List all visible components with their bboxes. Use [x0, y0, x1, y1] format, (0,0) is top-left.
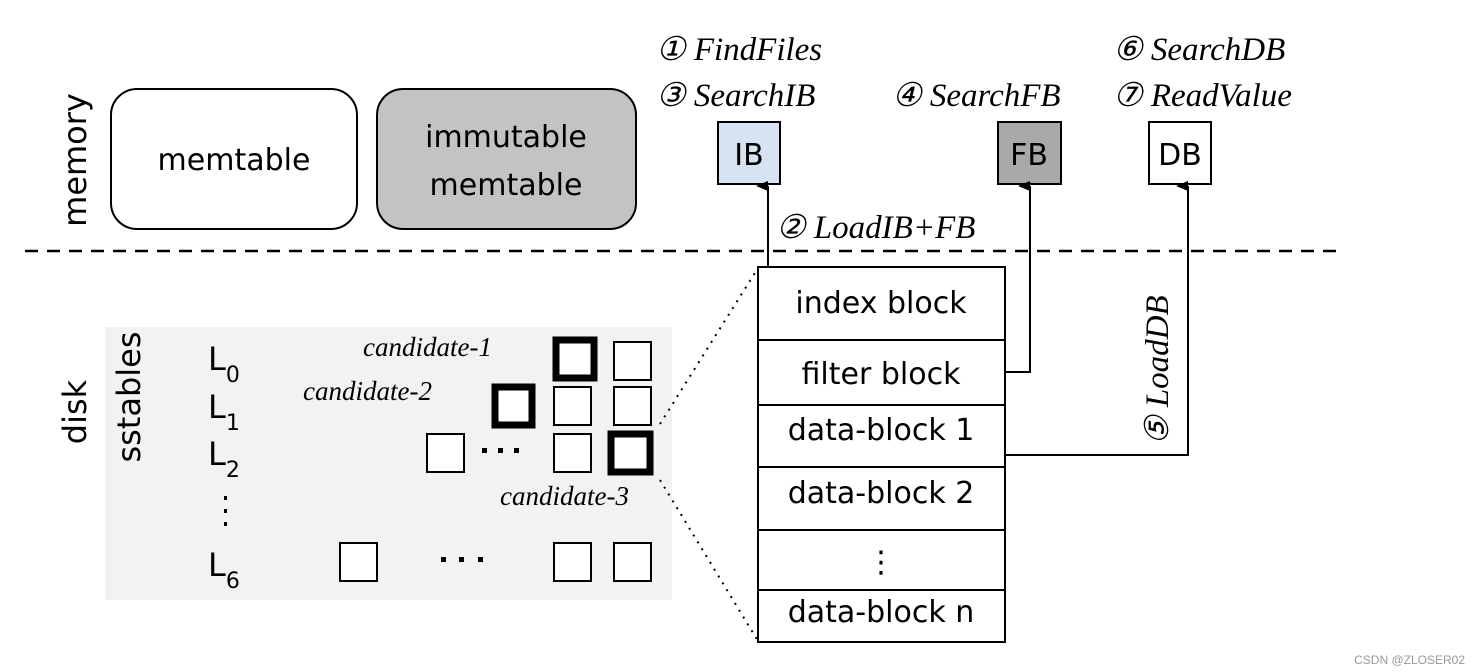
sstable-l0-candidate — [552, 336, 598, 382]
sstable-l1 — [613, 386, 652, 426]
sstable-l2 — [553, 433, 592, 473]
sstable-l6 — [613, 542, 652, 582]
step-5-loaddb: ⑤ LoadDB — [1140, 295, 1176, 445]
data-block-n-row: data-block n — [788, 595, 975, 630]
lsm-read-path-diagram: memory disk sstables memtable immutable … — [25, 32, 1465, 667]
fb-label: FB — [1010, 138, 1048, 173]
ellipsis-row: ⋮ — [866, 545, 896, 580]
step-7-readvalue: ⑦ ReadValue — [1113, 78, 1292, 114]
arrow-load-fb — [1005, 181, 1031, 373]
sstable-l6 — [339, 542, 378, 582]
disk-label: disk — [56, 379, 94, 444]
candidate-2-label: candidate-2 — [303, 376, 432, 406]
candidate-1-label: candidate-1 — [363, 332, 492, 362]
memtable-label: memtable — [158, 143, 311, 178]
step-4-searchfb: ④ SearchFB — [892, 78, 1061, 114]
memory-label: memory — [56, 93, 94, 227]
sstable-structure: index block filter block data-block 1 da… — [757, 266, 1006, 643]
sstable-l0 — [613, 341, 652, 381]
sstable-l6 — [553, 542, 592, 582]
step-1-findfiles: ① FindFiles — [656, 32, 822, 68]
watermark: CSDN @ZLOSER02 — [1354, 653, 1465, 667]
db-label: DB — [1158, 138, 1202, 173]
sstable-l2 — [426, 433, 465, 473]
step-6-searchdb: ⑥ SearchDB — [1113, 32, 1285, 68]
immutable-memtable-box — [376, 88, 637, 230]
ib-label: IB — [734, 138, 763, 173]
sstable-l2-candidate — [607, 430, 654, 476]
zoom-line-bottom — [659, 479, 759, 642]
immutable-memtable-label-1: immutable — [425, 120, 587, 155]
immutable-memtable-label-2: memtable — [430, 168, 583, 203]
sstable-l1-candidate — [491, 383, 536, 429]
sstables-label: sstables — [110, 331, 148, 462]
data-block-2-row: data-block 2 — [788, 476, 975, 511]
index-block-row: index block — [795, 286, 967, 321]
step-2-loadib-fb: ② LoadIB+FB — [776, 210, 975, 246]
step-3-searchib: ③ SearchIB — [656, 78, 815, 114]
zoom-line-top — [659, 267, 759, 425]
data-block-1-row: data-block 1 — [788, 413, 975, 448]
sstable-l1 — [553, 386, 592, 426]
candidate-3-label: candidate-3 — [500, 481, 629, 511]
filter-block-row: filter block — [802, 357, 962, 392]
